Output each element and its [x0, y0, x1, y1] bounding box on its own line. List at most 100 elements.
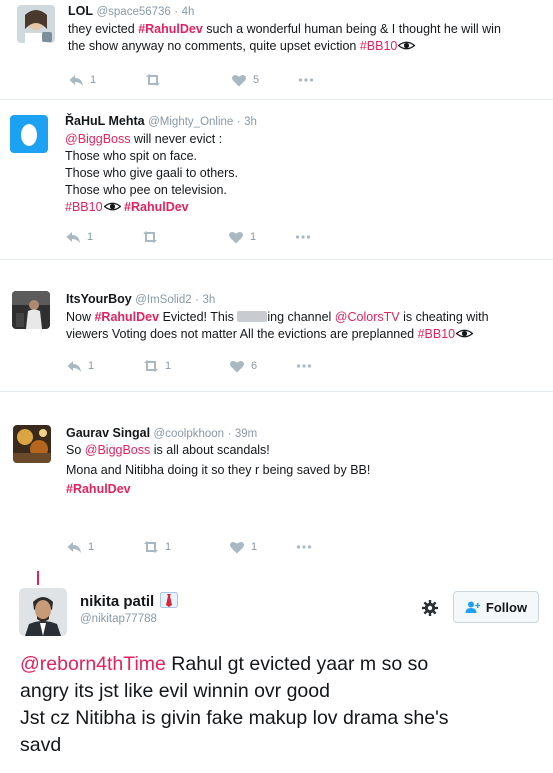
display-name[interactable]: nikita patil	[80, 593, 154, 610]
display-name[interactable]: ItsYourBoy	[66, 292, 132, 306]
reply-action[interactable]: 1	[66, 359, 94, 373]
verified-badge-icon	[160, 592, 179, 608]
avatar[interactable]	[13, 425, 51, 463]
follow-button[interactable]: Follow	[453, 591, 539, 623]
more-icon	[296, 364, 312, 368]
like-action[interactable]: 5	[231, 73, 259, 87]
user-handle[interactable]: @coolpkhoon	[154, 428, 225, 440]
like-icon	[229, 232, 243, 244]
reply-count: 1	[90, 74, 97, 86]
timestamp[interactable]: 3h	[202, 294, 215, 306]
retweet-icon	[146, 74, 160, 86]
embedded-avatar[interactable]	[19, 588, 67, 636]
timestamp[interactable]: 39m	[235, 428, 257, 440]
user-handle[interactable]: @ImSolid2	[135, 294, 191, 306]
like-count: 5	[253, 74, 260, 86]
hashtag-link[interactable]: #RahulDev	[66, 482, 131, 496]
like-action[interactable]: 1	[229, 540, 257, 554]
mention-link[interactable]: @ColorsTV	[335, 310, 400, 324]
text-segment: they evicted	[68, 22, 139, 36]
text-line: viewers Voting does not matter All the e…	[66, 326, 489, 343]
text-segment: Those who spit on face.	[65, 149, 198, 163]
text-segment: Mona and Nitibha doing it so they r bein…	[66, 462, 371, 477]
mention-link[interactable]: @BiggBoss	[65, 132, 131, 146]
text-line: Those who spit on face.	[65, 148, 238, 165]
reply-action[interactable]: 1	[66, 540, 94, 554]
reply-action[interactable]: 1	[65, 230, 93, 244]
tweet-text: @BiggBoss will never evict : Those who sp…	[65, 131, 238, 216]
embedded-display-name[interactable]: nikita patil	[80, 592, 179, 610]
hashtag-link[interactable]: #BB10	[360, 39, 398, 53]
user-handle[interactable]: @Mighty_Online	[148, 116, 233, 128]
reply-action[interactable]: 1	[68, 73, 96, 87]
hashtag-link[interactable]: #BB10	[65, 200, 103, 214]
avatar-image	[13, 425, 51, 463]
text-line: So @BiggBoss is all about scandals!	[66, 441, 370, 461]
retweet-icon	[144, 360, 158, 372]
follow-person-icon	[465, 601, 481, 613]
eye-emoji-icon	[103, 202, 121, 211]
text-segment: So	[66, 443, 85, 457]
avatar[interactable]	[12, 291, 50, 329]
text-segment: will never evict :	[130, 132, 223, 146]
hashtag-link[interactable]: #BB10	[418, 327, 456, 341]
like-action[interactable]: 1	[228, 230, 256, 244]
text-line: Mona and Nitibha doing it so they r bein…	[66, 461, 370, 481]
text-line: @reborn4thTime Rahul gt evicted yaar m s…	[20, 651, 545, 678]
text-segment: Jst cz Nitibha is givin fake makup lov d…	[20, 707, 449, 729]
more-action[interactable]	[295, 230, 311, 244]
display-name[interactable]: LOL	[68, 4, 93, 18]
more-action[interactable]	[298, 73, 314, 87]
eye-emoji-icon	[398, 41, 416, 50]
tweet-header: ItsYourBoy @ImSolid2 · 3h	[66, 292, 215, 306]
like-count: 1	[250, 231, 257, 243]
avatar[interactable]	[10, 115, 48, 153]
reply-count: 1	[88, 360, 95, 372]
hashtag-link[interactable]: #RahulDev	[138, 22, 203, 36]
divider	[0, 391, 553, 392]
retweet-action[interactable]: 1	[141, 540, 171, 554]
text-segment: is cheating with	[399, 310, 489, 324]
retweet-count: 1	[165, 541, 172, 553]
like-action[interactable]: 6	[229, 359, 257, 373]
divider	[0, 99, 553, 100]
retweet-action[interactable]	[140, 230, 164, 244]
hashtag-link[interactable]: #RahulDev	[124, 200, 189, 214]
like-icon	[232, 75, 246, 87]
avatar-image	[17, 5, 55, 43]
reply-count: 1	[87, 231, 94, 243]
like-count: 1	[251, 541, 258, 553]
user-handle[interactable]: @space56736	[96, 6, 170, 18]
reply-icon	[69, 75, 83, 86]
eye-emoji-icon	[456, 329, 474, 338]
avatar[interactable]	[17, 5, 55, 43]
more-icon	[295, 235, 311, 239]
tweet-text: Now #RahulDev Evicted! This ing channel …	[66, 309, 489, 343]
reply-icon	[66, 232, 80, 243]
text-line: Those who give gaali to others.	[65, 165, 238, 182]
retweet-icon	[144, 541, 158, 553]
reply-icon	[67, 361, 81, 372]
display-name[interactable]: Gaurav Singal	[66, 426, 150, 440]
embedded-tweet-text: @reborn4thTime Rahul gt evicted yaar m s…	[20, 651, 545, 759]
gear-icon[interactable]	[421, 599, 439, 617]
display-name[interactable]: ŘaHuL Mehta	[65, 114, 145, 128]
hashtag-link[interactable]: #RahulDev	[94, 310, 159, 324]
mention-link[interactable]: @reborn4thTime	[20, 653, 166, 675]
text-segment: Now	[66, 310, 95, 324]
retweet-action[interactable]: 1	[141, 359, 171, 373]
embedded-handle[interactable]: @nikitap77788	[80, 613, 157, 625]
retweet-action[interactable]	[143, 73, 167, 87]
text-segment: is all about scandals!	[150, 443, 270, 457]
text-line: @BiggBoss will never evict :	[65, 131, 238, 148]
censor-blur	[237, 311, 268, 322]
text-segment: Those who pee on television.	[65, 183, 227, 197]
mention-link[interactable]: @BiggBoss	[85, 443, 151, 457]
more-action[interactable]	[296, 359, 312, 373]
separator-dot: ·	[195, 294, 199, 306]
more-action[interactable]	[296, 540, 312, 554]
timestamp[interactable]: 3h	[244, 116, 257, 128]
text-line: #BB10 #RahulDev	[65, 199, 238, 216]
timestamp[interactable]: 4h	[182, 6, 195, 18]
text-segment: Those who give gaali to others.	[65, 166, 239, 180]
